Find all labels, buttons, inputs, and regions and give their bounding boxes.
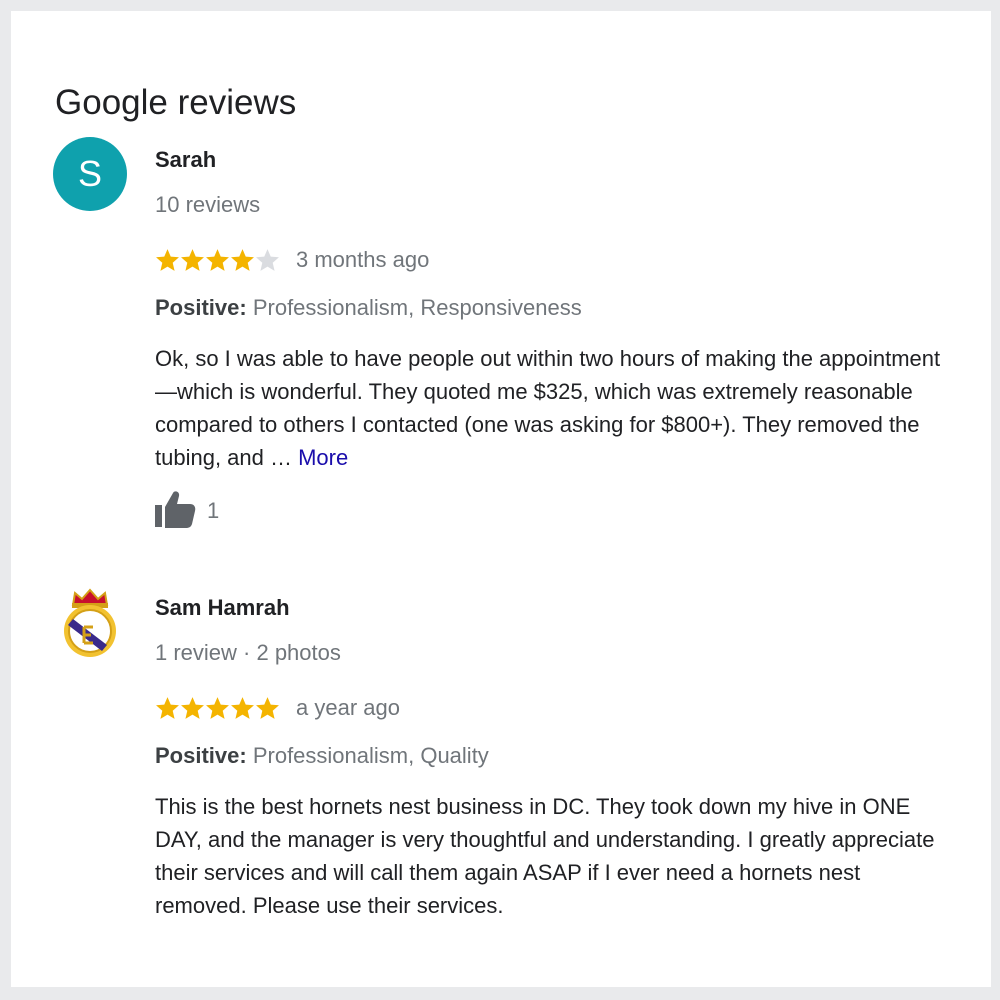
reviewer-name[interactable]: Sam Hamrah	[155, 594, 290, 622]
star-filled-icon	[206, 249, 229, 271]
positive-values: Professionalism, Responsiveness	[252, 295, 582, 320]
like-row: 1	[155, 489, 220, 534]
star-filled-icon	[256, 697, 279, 719]
reviews-card: Google reviews S Sarah 10 reviews 3 mont…	[11, 11, 991, 987]
review-text: Ok, so I was able to have people out wit…	[155, 342, 955, 474]
review-text-body: Ok, so I was able to have people out wit…	[155, 346, 941, 470]
positive-attributes: Positive: Professionalism, Responsivenes…	[155, 294, 582, 322]
thumbs-up-icon[interactable]	[155, 489, 197, 534]
reviewer-meta: 10 reviews	[155, 192, 261, 217]
star-rating	[155, 248, 280, 272]
avatar[interactable]: S	[53, 137, 127, 211]
star-filled-icon	[181, 697, 204, 719]
star-filled-icon	[156, 697, 179, 719]
more-link[interactable]: More	[298, 445, 348, 470]
positive-values: Professionalism, Quality	[252, 743, 489, 768]
positive-label: Positive:	[155, 743, 247, 768]
star-filled-icon	[231, 697, 254, 719]
like-count: 1	[207, 498, 220, 523]
review-time: a year ago	[296, 695, 400, 720]
review-time: 3 months ago	[296, 247, 430, 272]
star-empty-icon	[256, 249, 279, 271]
rating-row: 3 months ago	[155, 245, 429, 275]
star-filled-icon	[231, 249, 254, 271]
page-title: Google reviews	[55, 83, 297, 122]
rating-row: a year ago	[155, 693, 400, 723]
crest-icon[interactable]	[53, 585, 127, 659]
review-text: This is the best hornets nest business i…	[155, 790, 955, 922]
star-filled-icon	[181, 249, 204, 271]
star-filled-icon	[156, 249, 179, 271]
positive-label: Positive:	[155, 295, 247, 320]
reviewer-name[interactable]: Sarah	[155, 146, 216, 174]
star-filled-icon	[206, 697, 229, 719]
review-text-body: This is the best hornets nest business i…	[155, 794, 935, 918]
positive-attributes: Positive: Professionalism, Quality	[155, 742, 489, 770]
star-rating	[155, 696, 280, 720]
reviewer-meta: 1 review · 2 photos	[155, 640, 341, 665]
